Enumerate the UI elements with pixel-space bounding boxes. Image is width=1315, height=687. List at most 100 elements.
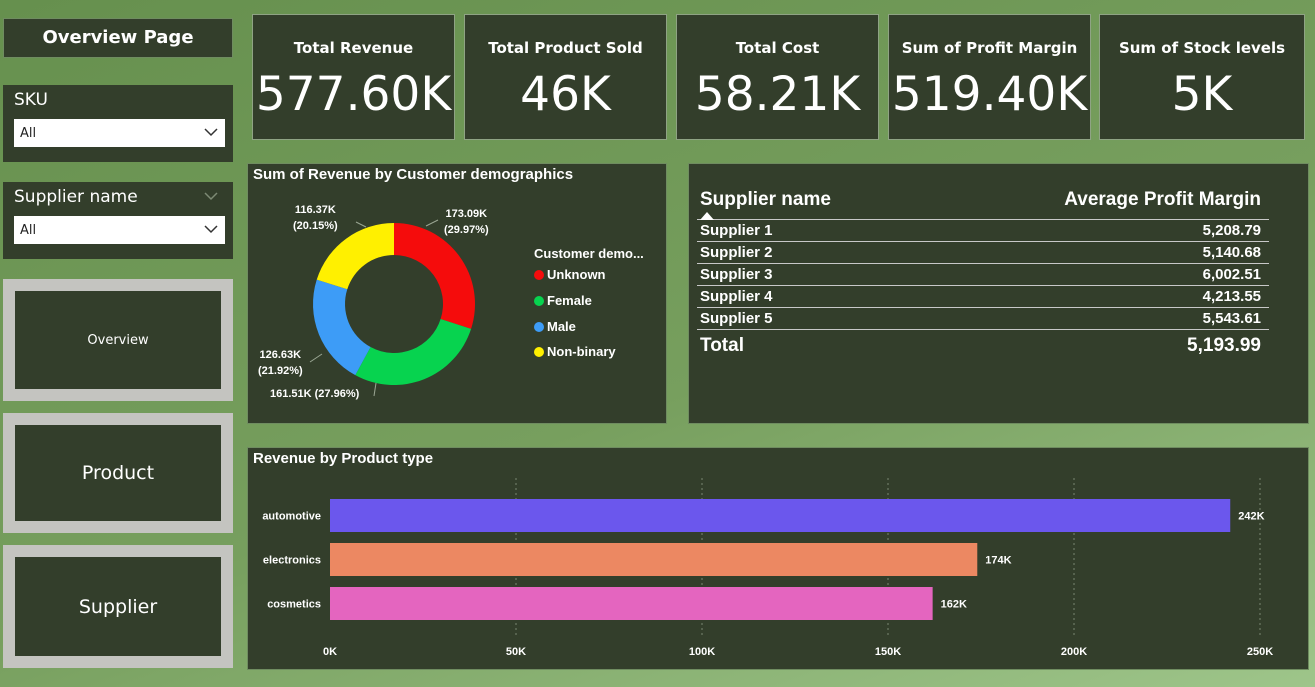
supplier-cell: Supplier 2 [697,241,922,264]
product-type-chart[interactable]: Revenue by Product type 0K 50K 100K 150K 200… [247,447,1309,670]
kpi-title: Total Product Sold [488,39,643,57]
supplier-cell: Supplier 1 [697,219,922,242]
legend-dot [534,296,544,306]
kpi-stock-levels: Sum of Stock levels 5K [1099,14,1305,140]
label-non-binary-pct: (20.15%) [293,220,338,232]
x-tick-label: 0K [323,646,337,658]
kpi-total-revenue: Total Revenue 577.60K [252,14,455,140]
supplier-button[interactable]: Supplier [3,545,233,668]
margin-cell: 4,213.55 [921,285,1269,308]
sku-dropdown[interactable]: All [14,119,225,147]
bar-value-label: 162K [941,599,967,611]
table-row[interactable]: Supplier 3 6,002.51 [697,263,1269,286]
supplier-slicer: Supplier name All [3,182,233,259]
label-non-binary: 116.37K (20.15%) [293,202,338,234]
kpi-value: 58.21K [694,67,861,122]
legend-item-female[interactable]: Female [534,293,592,308]
x-tick-label: 100K [689,646,715,658]
category-label: cosmetics [267,599,321,611]
kpi-total-product-sold: Total Product Sold 46K [464,14,667,140]
category-label: automotive [262,511,321,523]
legend-title: Customer demo... [534,246,644,261]
supplier-cell: Supplier 3 [697,263,922,286]
sku-dropdown-value: All [20,126,37,141]
margin-cell: 5,543.61 [921,307,1269,330]
sku-slicer-label: SKU [14,90,48,110]
overview-button-face: Overview [15,291,221,389]
kpi-title: Sum of Stock levels [1118,39,1286,57]
pie-slice-unknown[interactable] [394,223,475,329]
kpi-value: 5K [1171,67,1233,122]
label-unknown-value: 173.09K [445,208,488,220]
supplier-dropdown-value: All [20,223,37,238]
page-title: Overview Page [3,18,233,58]
label-female: 161.51K (27.96%) [270,386,359,402]
legend-label: Male [547,319,576,334]
supplier-table: Supplier name Average Profit Margin Supp… [697,189,1269,359]
bar-automotive[interactable] [330,499,1231,532]
product-button-label: Product [81,462,155,484]
total-row: Total 5,193.99 [697,330,1269,360]
supplier-profit-table[interactable]: Supplier name Average Profit Margin Supp… [688,163,1309,424]
table-row[interactable]: Supplier 2 5,140.68 [697,241,1269,264]
table-row[interactable]: Supplier 1 5,208.79 [697,219,1269,242]
total-value: 5,193.99 [1187,335,1261,356]
demographics-chart[interactable]: Sum of Revenue by Customer demographics … [247,163,667,424]
leader-line [355,221,367,228]
label-female-value: 161.51K (27.96%) [270,388,360,400]
leader-line [309,353,323,363]
product-button[interactable]: Product [3,413,233,533]
legend-label: Non-binary [547,344,616,359]
label-non-binary-value: 116.37K [294,204,336,216]
x-tick-label: 150K [875,646,901,658]
label-unknown: 173.09K (29.97%) [444,206,489,238]
label-male: 126.63K (21.92%) [258,347,303,379]
legend-dot [534,322,544,332]
margin-cell: 5,140.68 [921,241,1269,264]
column-header-supplier[interactable]: Supplier name [697,189,922,220]
margin-cell: 5,208.79 [921,219,1269,242]
x-tick-label: 200K [1061,646,1087,658]
bar-cosmetics[interactable] [330,587,933,620]
kpi-value: 46K [520,67,611,122]
legend-item-male[interactable]: Male [534,319,576,334]
bar-value-label: 242K [1238,511,1264,523]
supplier-dropdown[interactable]: All [14,216,225,244]
column-header-margin[interactable]: Average Profit Margin [921,189,1269,220]
kpi-title: Total Revenue [293,39,414,57]
label-male-value: 126.63K [259,349,302,361]
legend-dot [534,270,544,280]
table-row[interactable]: Supplier 4 4,213.55 [697,285,1269,308]
table-header-row: Supplier name Average Profit Margin [697,189,1269,220]
kpi-total-cost: Total Cost 58.21K [676,14,879,140]
supplier-cell: Supplier 5 [697,307,922,330]
pie-slice-male[interactable] [313,279,371,376]
table-row[interactable]: Supplier 5 5,543.61 [697,307,1269,330]
supplier-slicer-label: Supplier name [14,187,138,207]
sort-ascending-icon[interactable] [700,212,714,220]
bar-electronics[interactable] [330,543,978,576]
product-button-face: Product [15,425,221,521]
legend-item-unknown[interactable]: Unknown [534,267,606,282]
pie-slice-female[interactable] [355,319,472,385]
supplier-button-face: Supplier [15,557,221,656]
leader-line [425,219,439,227]
legend-item-non-binary[interactable]: Non-binary [534,344,616,359]
collapse-chevron-icon[interactable] [203,190,219,202]
kpi-value: 577.60K [255,67,452,122]
supplier-button-label: Supplier [78,595,158,618]
legend-label: Unknown [547,267,606,282]
x-tick-label: 250K [1247,646,1273,658]
category-label: electronics [263,555,321,567]
legend-dot [534,347,544,357]
bar-svg: 0K 50K 100K 150K 200K 250K automotive 242K elect… [262,478,1273,658]
x-tick-label: 50K [506,646,526,658]
column-header-supplier-text: Supplier name [700,189,831,210]
margin-cell: 6,002.51 [921,263,1269,286]
chevron-down-icon [204,128,218,137]
kpi-value: 519.40K [891,67,1088,122]
bar-value-label: 174K [985,555,1011,567]
overview-button[interactable]: Overview [3,279,233,401]
overview-button-label: Overview [87,332,149,348]
sku-slicer: SKU All [3,85,233,162]
